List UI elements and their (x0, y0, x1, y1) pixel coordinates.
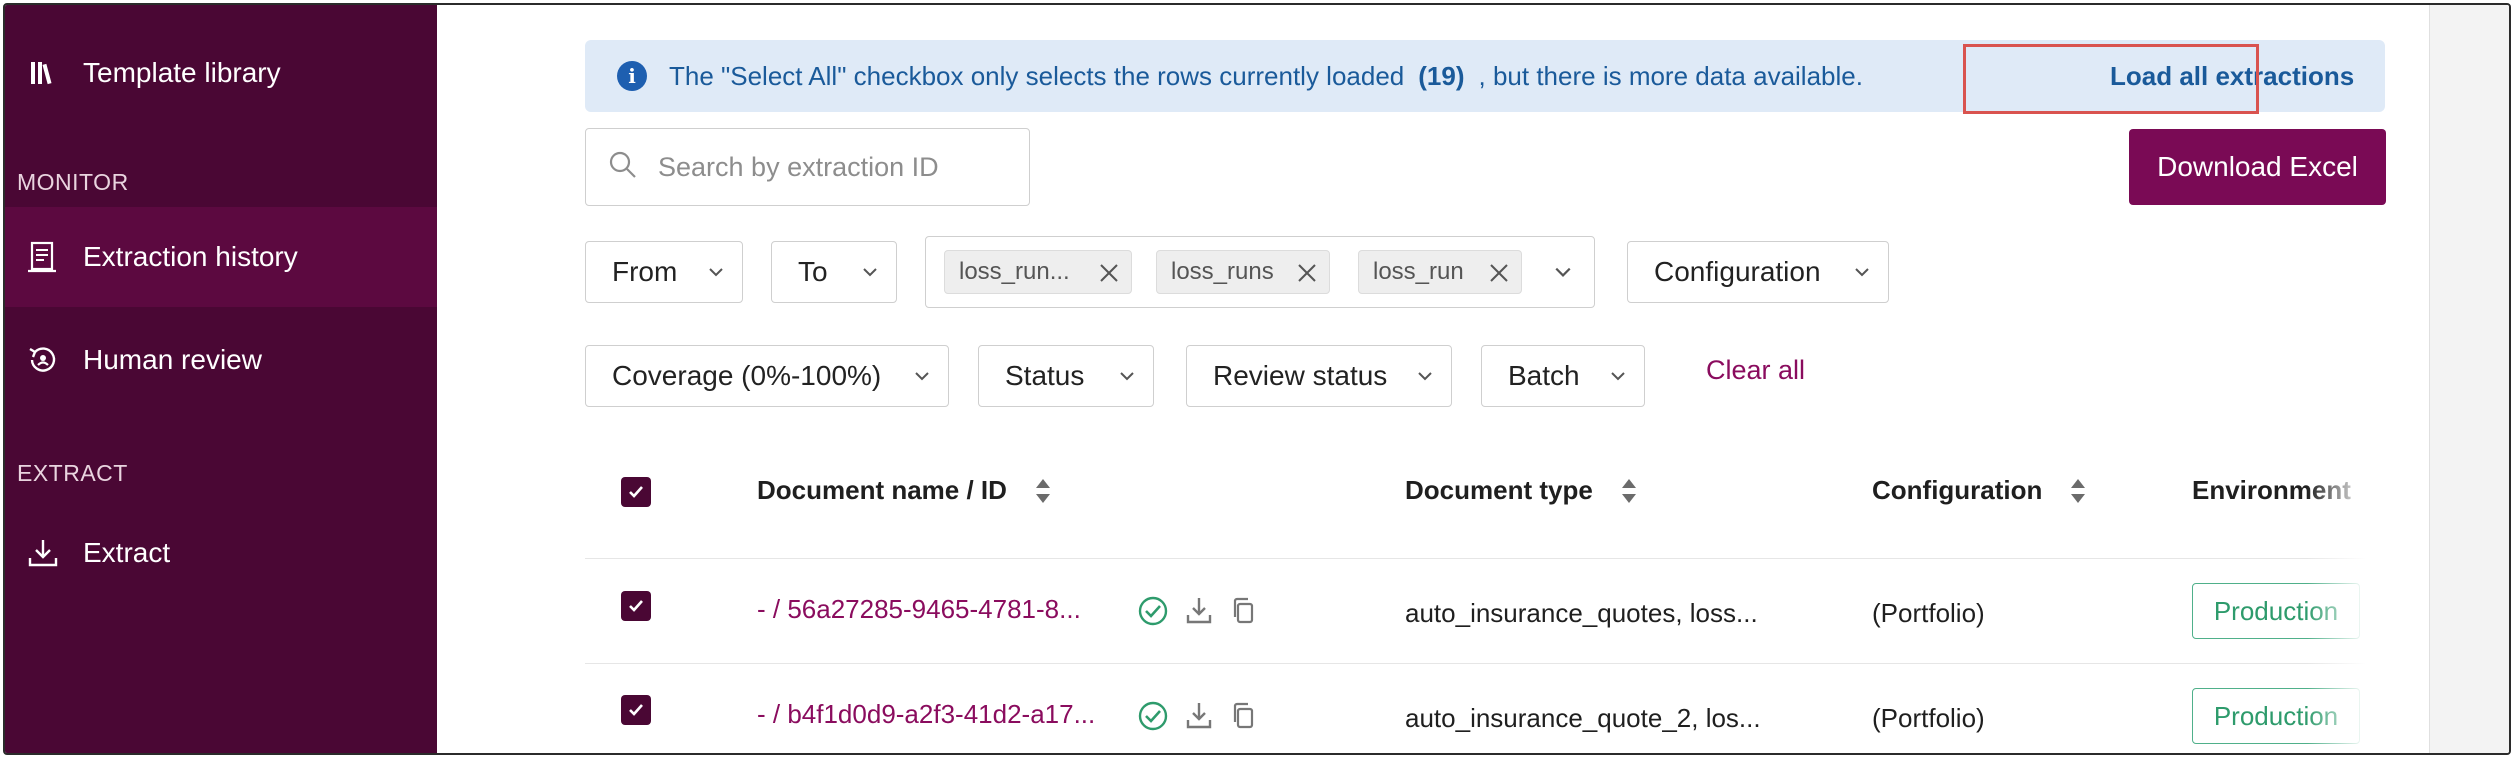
download-excel-button[interactable]: Download Excel (2129, 129, 2386, 205)
configuration-label: Configuration (1654, 256, 1821, 287)
configuration-cell: (Portfolio) (1872, 598, 1985, 628)
row-divider (585, 558, 2365, 559)
to-date-dropdown[interactable]: To (771, 241, 897, 303)
filter-tag-label: loss_run... (959, 258, 1070, 285)
close-icon[interactable] (1487, 261, 1511, 285)
row-divider (585, 663, 2365, 664)
to-label: To (798, 256, 828, 287)
review-history-icon (23, 340, 63, 380)
review-status-label: Review status (1213, 360, 1388, 391)
sidebar: Template library MONITOR Extraction hist… (5, 5, 437, 753)
chevron-down-icon (1855, 268, 1869, 277)
info-banner: i The "Select All" checkbox only selects… (585, 40, 2385, 112)
banner-text-after: , but there is more data available. (1478, 60, 1863, 91)
filter-tag: loss_runs (1156, 250, 1330, 294)
column-header-label: Configuration (1872, 475, 2043, 505)
download-icon[interactable] (1183, 594, 1215, 626)
search-icon (608, 150, 638, 185)
document-type-cell: auto_insurance_quote_2, los... (1405, 703, 1761, 733)
search-input[interactable] (658, 151, 1018, 183)
sidebar-item-label: Template library (83, 57, 281, 88)
scroll-fade (2307, 445, 2367, 753)
batch-label: Batch (1508, 360, 1580, 391)
document-link[interactable]: - / b4f1d0d9-a2f3-41d2-a17... (757, 699, 1095, 730)
filter-tag-label: loss_run (1373, 258, 1464, 285)
checkmark-icon (629, 486, 643, 498)
sidebar-item-human-review[interactable]: Human review (5, 310, 437, 410)
copy-icon[interactable] (1228, 595, 1260, 627)
column-header-label: Document name / ID (757, 475, 1007, 505)
document-type-multiselect[interactable]: loss_run... loss_runs loss_run (925, 236, 1595, 308)
banner-text: The "Select All" checkbox only selects t… (669, 60, 1405, 91)
section-label-monitor: MONITOR (17, 169, 129, 195)
column-header-document-name[interactable]: Document name / ID (757, 475, 1051, 506)
sort-icon[interactable] (1621, 477, 1637, 505)
chevron-down-icon (1418, 372, 1432, 381)
coverage-label: Coverage (0%-100%) (612, 360, 882, 391)
chevron-down-icon (1120, 372, 1134, 381)
coverage-dropdown[interactable]: Coverage (0%-100%) (585, 345, 949, 407)
sidebar-item-label: Extract (83, 537, 171, 568)
chevron-down-icon[interactable] (1554, 263, 1572, 281)
document-link[interactable]: - / 56a27285-9465-4781-8... (757, 594, 1081, 625)
sidebar-item-extraction-history[interactable]: Extraction history (5, 207, 437, 307)
search-box (585, 128, 1030, 206)
status-label: Status (1005, 360, 1085, 391)
checkmark-icon (629, 704, 643, 716)
section-label-extract: EXTRACT (17, 460, 128, 486)
app-window: Template library MONITOR Extraction hist… (3, 3, 2511, 755)
filter-tag-label: loss_runs (1171, 258, 1274, 285)
load-all-extractions-link[interactable]: Load all extractions (2110, 40, 2354, 112)
from-date-dropdown[interactable]: From (585, 241, 743, 303)
sidebar-item-template-library[interactable]: Template library (5, 23, 437, 123)
column-header-document-type[interactable]: Document type (1405, 475, 1637, 506)
close-icon[interactable] (1097, 261, 1121, 285)
document-history-icon (23, 237, 63, 277)
column-header-configuration[interactable]: Configuration (1872, 475, 2086, 506)
document-type-cell: auto_insurance_quotes, loss... (1405, 598, 1758, 628)
right-gutter (2429, 5, 2509, 753)
status-dropdown[interactable]: Status (978, 345, 1154, 407)
sidebar-item-extract[interactable]: Extract (5, 503, 437, 603)
info-icon: i (617, 61, 647, 91)
copy-icon[interactable] (1228, 700, 1260, 732)
configuration-cell: (Portfolio) (1872, 703, 1985, 733)
success-check-icon (1138, 701, 1168, 731)
configuration-dropdown[interactable]: Configuration (1627, 241, 1889, 303)
sort-icon[interactable] (2070, 477, 2086, 505)
sort-icon[interactable] (1035, 477, 1051, 505)
review-status-dropdown[interactable]: Review status (1186, 345, 1452, 407)
select-all-checkbox[interactable] (621, 477, 651, 507)
sidebar-item-label: Extraction history (83, 241, 298, 272)
filter-tag: loss_run (1358, 250, 1522, 294)
main-content: i The "Select All" checkbox only selects… (437, 5, 2429, 753)
column-header-label: Document type (1405, 475, 1593, 505)
clear-all-button[interactable]: Clear all (1706, 355, 1805, 386)
library-icon (23, 53, 63, 93)
chevron-down-icon (1611, 372, 1625, 381)
from-label: From (612, 256, 678, 287)
batch-dropdown[interactable]: Batch (1481, 345, 1645, 407)
close-icon[interactable] (1295, 261, 1319, 285)
loaded-count: (19) (1418, 60, 1465, 91)
success-check-icon (1138, 596, 1168, 626)
chevron-down-icon (863, 268, 877, 277)
filter-tag: loss_run... (944, 250, 1132, 294)
download-icon (23, 533, 63, 573)
row-checkbox[interactable] (621, 695, 651, 725)
row-checkbox[interactable] (621, 591, 651, 621)
chevron-down-icon (915, 372, 929, 381)
sidebar-item-label: Human review (83, 344, 262, 375)
chevron-down-icon (709, 268, 723, 277)
download-icon[interactable] (1183, 699, 1215, 731)
checkmark-icon (629, 600, 643, 612)
